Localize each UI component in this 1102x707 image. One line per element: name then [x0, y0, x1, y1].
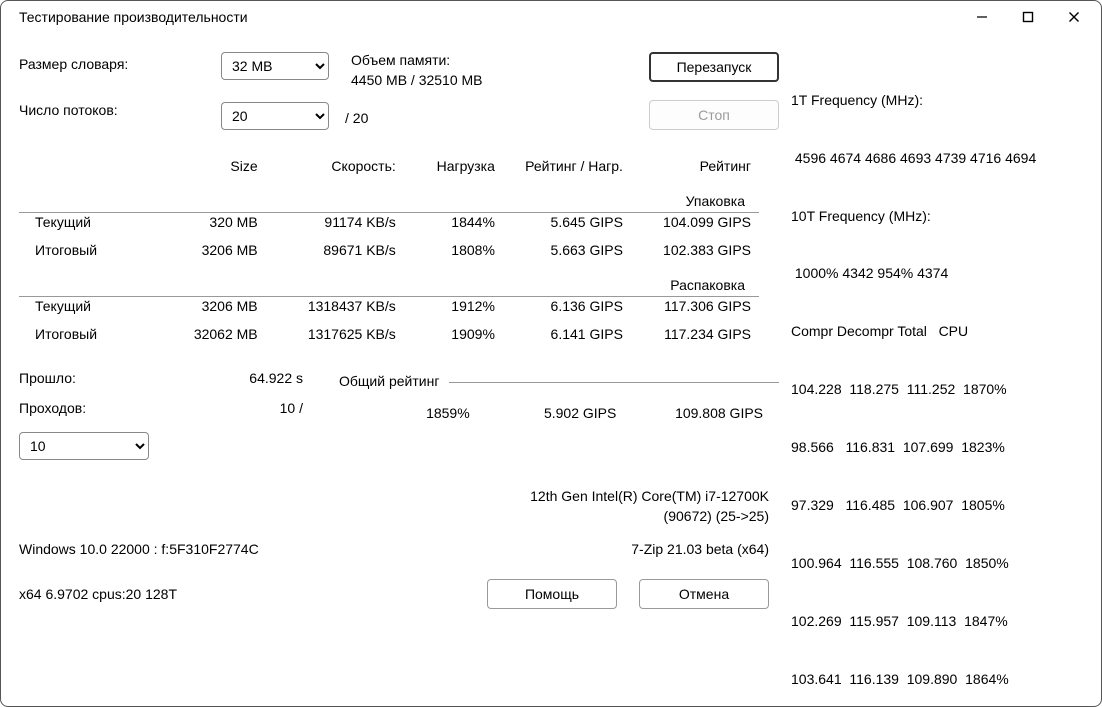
titlebar: Тестирование производительности — [1, 1, 1101, 34]
freq1-label: 1T Frequency (MHz): — [791, 91, 1083, 110]
passes-value: 10 / — [179, 400, 339, 416]
summary-block: Прошло: 64.922 s Проходов: 10 / 10 Общий… — [19, 370, 779, 460]
close-button[interactable] — [1051, 1, 1097, 33]
threads-select[interactable]: 20 — [221, 102, 329, 130]
left-pane: Размер словаря: Число потоков: 32 MB 20 … — [19, 52, 779, 707]
elapsed-label: Прошло: — [19, 370, 179, 386]
window-title: Тестирование производительности — [19, 9, 959, 25]
overall-box: Общий рейтинг 1859% 5.902 GIPS 109.808 G… — [339, 382, 779, 460]
cpu-info: 12th Gen Intel(R) Core(TM) i7-12700K (90… — [19, 486, 779, 527]
group-unpack: Распаковка — [670, 277, 751, 293]
threads-label: Число потоков: — [19, 102, 209, 118]
log-pane: 1T Frequency (MHz): 4596 4674 4686 4693 … — [791, 52, 1083, 707]
freq10-values: 1000% 4342 954% 4374 — [791, 264, 1083, 283]
mem-title: Объем памяти: — [351, 52, 503, 68]
maximize-button[interactable] — [1005, 1, 1051, 33]
arch-info: x64 6.9702 cpus:20 128T — [19, 586, 177, 602]
row-unpack-total: Итоговый 32062 MB 1317625 KB/s 1909% 6.1… — [19, 320, 759, 348]
log-row: 97.329 116.485 106.907 1805% — [791, 496, 1083, 515]
overall-load: 1859% — [339, 405, 486, 421]
freq1-values: 4596 4674 4686 4693 4739 4716 4694 — [791, 149, 1083, 168]
row-pack-total: Итоговый 3206 MB 89671 KB/s 1808% 5.663 … — [19, 236, 759, 264]
freq10-label: 10T Frequency (MHz): — [791, 207, 1083, 226]
col-speed: Скорость: — [266, 152, 404, 180]
log-row: 98.566 116.831 107.699 1823% — [791, 438, 1083, 457]
col-load: Нагрузка — [404, 152, 503, 180]
dict-size-label: Размер словаря: — [19, 56, 209, 72]
log-row: 102.269 115.957 109.113 1847% — [791, 612, 1083, 631]
sys-row: Windows 10.0 22000 : f:5F310F2774C 7-Zip… — [19, 541, 779, 557]
cancel-button[interactable]: Отмена — [639, 579, 769, 609]
app-info: 7-Zip 21.03 beta (x64) — [631, 541, 769, 557]
col-size: Size — [157, 152, 265, 180]
dict-size-select[interactable]: 32 MB — [221, 52, 329, 80]
threads-max: / 20 — [345, 110, 503, 126]
passes-select[interactable]: 10 — [19, 432, 149, 460]
col-rpl: Рейтинг / Нагр. — [503, 152, 631, 180]
results-table-area: Size Скорость: Нагрузка Рейтинг / Нагр. … — [19, 152, 779, 348]
col-rating: Рейтинг — [631, 152, 759, 180]
minimize-button[interactable] — [959, 1, 1005, 33]
overall-rpl: 5.902 GIPS — [486, 405, 633, 421]
group-pack: Упаковка — [686, 193, 751, 209]
stop-button[interactable]: Стоп — [649, 100, 779, 130]
os-info: Windows 10.0 22000 : f:5F310F2774C — [19, 541, 259, 557]
top-controls: Размер словаря: Число потоков: 32 MB 20 … — [19, 52, 779, 130]
passes-label: Проходов: — [19, 400, 179, 416]
results-table: Size Скорость: Нагрузка Рейтинг / Нагр. … — [19, 152, 759, 348]
overall-rating: 109.808 GIPS — [632, 405, 779, 421]
restart-button[interactable]: Перезапуск — [649, 52, 779, 82]
log-row: 100.964 116.555 108.760 1850% — [791, 554, 1083, 573]
footer-row: x64 6.9702 cpus:20 128T Помощь Отмена — [19, 579, 779, 609]
elapsed-value: 64.922 s — [179, 370, 339, 386]
mem-value: 4450 MB / 32510 MB — [351, 72, 503, 88]
log-cols: Compr Decompr Total CPU — [791, 322, 1083, 341]
content-area: Размер словаря: Число потоков: 32 MB 20 … — [1, 34, 1101, 707]
benchmark-window: Тестирование производительности Размер с… — [0, 0, 1102, 707]
help-button[interactable]: Помощь — [487, 579, 617, 609]
overall-title: Общий рейтинг — [339, 373, 449, 389]
log-row: 103.641 116.139 109.890 1864% — [791, 670, 1083, 689]
log-row: 104.228 118.275 111.252 1870% — [791, 380, 1083, 399]
